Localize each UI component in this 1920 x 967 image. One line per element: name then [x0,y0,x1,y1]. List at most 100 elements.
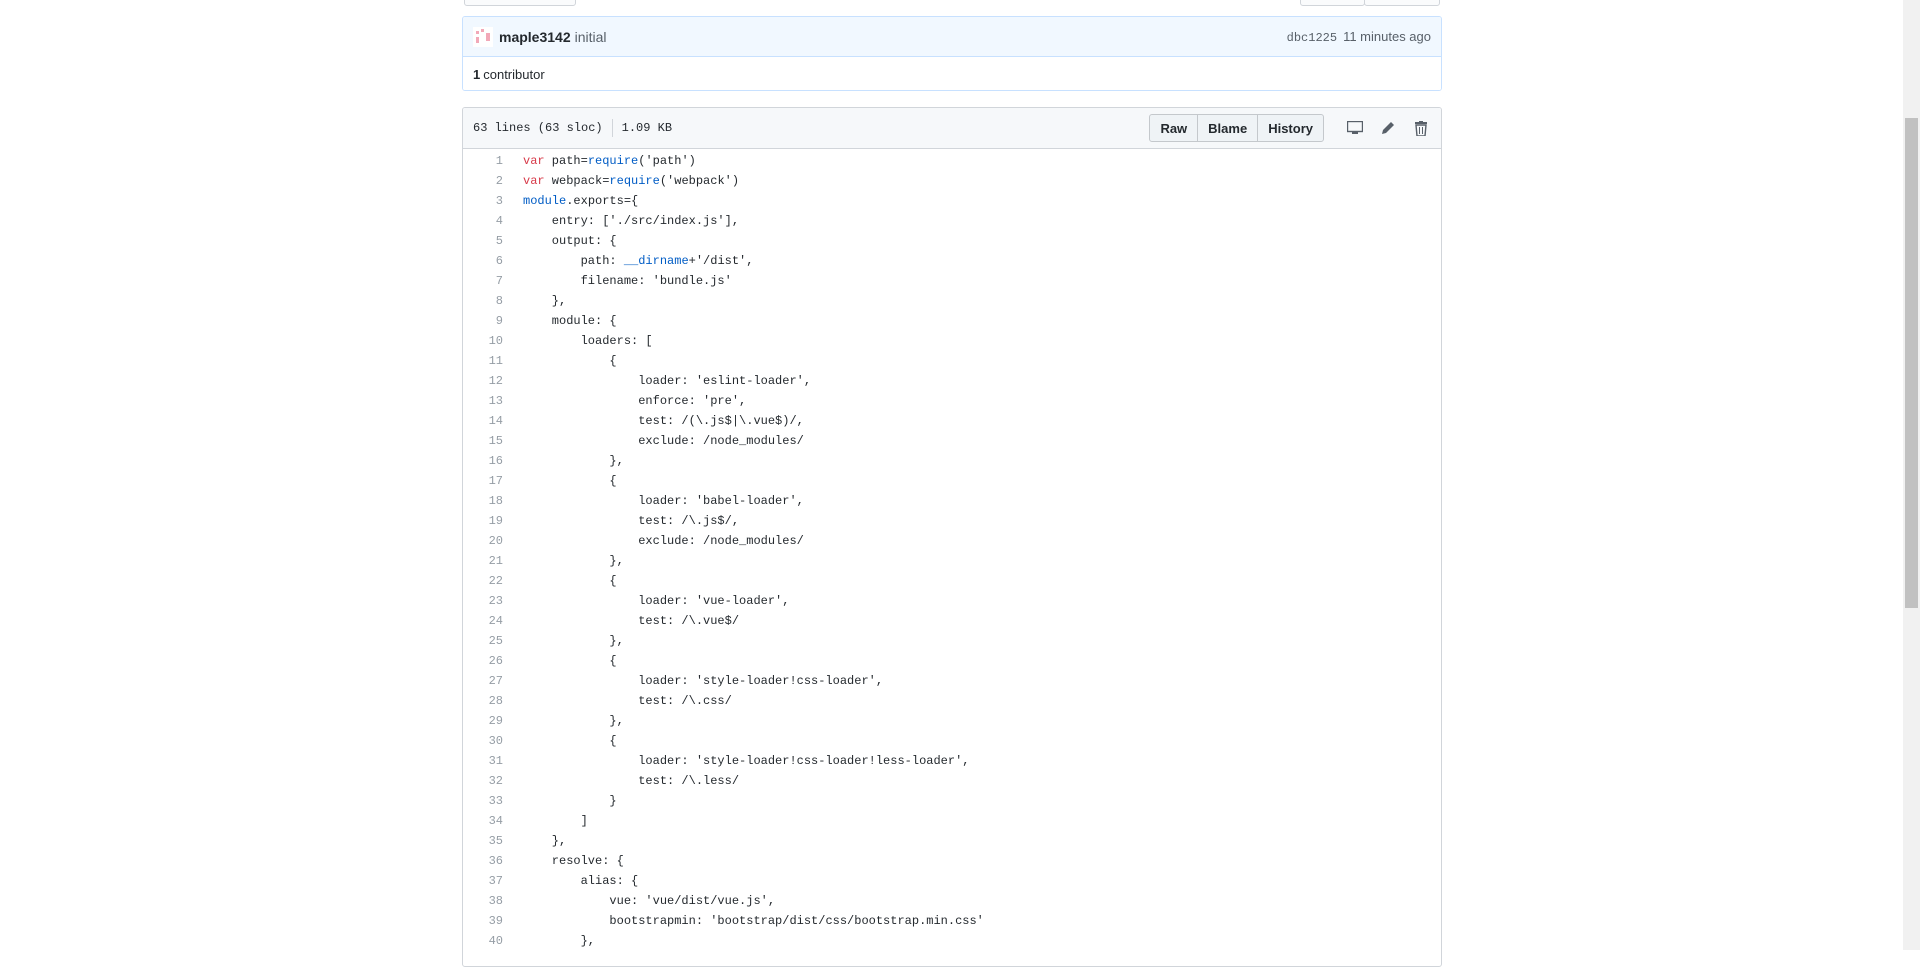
line-number[interactable]: 7 [463,271,523,291]
commit-time: 11 minutes ago [1343,28,1431,44]
code-line: 26 { [463,651,1441,671]
line-content: { [523,734,617,748]
line-number[interactable]: 16 [463,451,523,471]
code-body: 1 var path=require('path') 2 var webpack=re… [463,149,1441,951]
commit-tease: maple3142 initial dbc1225 11 minutes ago … [462,16,1442,91]
line-content: output: { [523,234,617,248]
line-number[interactable]: 13 [463,391,523,411]
code-line: 37 alias: { [463,871,1441,891]
line-number[interactable]: 18 [463,491,523,511]
line-content: }, [523,934,596,948]
code-line: 33 } [463,791,1441,811]
line-number[interactable]: 4 [463,211,523,231]
raw-button[interactable]: Raw [1149,114,1199,142]
code-line: 29 }, [463,711,1441,731]
code-line: 10 loaders: [ [463,331,1441,351]
line-number[interactable]: 40 [463,931,523,951]
line-number[interactable]: 5 [463,231,523,251]
contributors[interactable]: 1 contributor [463,57,1441,90]
line-number[interactable]: 29 [463,711,523,731]
line-content: bootstrapmin: 'bootstrap/dist/css/bootst… [523,914,984,928]
code-line: 19 test: /\.js$/, [463,511,1441,531]
line-number[interactable]: 28 [463,691,523,711]
line-number[interactable]: 17 [463,471,523,491]
line-content: }, [523,454,624,468]
line-content: loader: 'babel-loader', [523,494,804,508]
line-number[interactable]: 30 [463,731,523,751]
line-number[interactable]: 22 [463,571,523,591]
line-number[interactable]: 15 [463,431,523,451]
commit-sha[interactable]: dbc1225 [1287,31,1337,45]
desktop-icon[interactable] [1345,118,1365,138]
line-number[interactable]: 21 [463,551,523,571]
line-number[interactable]: 31 [463,751,523,771]
line-number[interactable]: 26 [463,651,523,671]
line-number[interactable]: 25 [463,631,523,651]
avatar[interactable] [473,26,493,47]
code-line: 16 }, [463,451,1441,471]
line-content: loader: 'eslint-loader', [523,374,812,388]
pencil-icon[interactable] [1378,118,1398,138]
line-content: }, [523,634,624,648]
line-number[interactable]: 2 [463,171,523,191]
commit-header: maple3142 initial dbc1225 11 minutes ago [463,17,1441,57]
top-button-left[interactable] [464,0,576,6]
code-line: 6 path: __dirname+'/dist', [463,251,1441,271]
line-content: test: /\.js$/, [523,514,740,528]
trash-icon[interactable] [1411,118,1431,138]
line-content: resolve: { [523,854,624,868]
page-scrollbar[interactable] [1903,0,1920,950]
blame-button[interactable]: Blame [1197,114,1259,142]
line-number[interactable]: 23 [463,591,523,611]
top-button-right-2[interactable] [1364,0,1440,6]
code-line: 35 }, [463,831,1441,851]
code-line: 12 loader: 'eslint-loader', [463,371,1441,391]
line-number[interactable]: 37 [463,871,523,891]
history-button[interactable]: History [1257,114,1324,142]
line-number[interactable]: 33 [463,791,523,811]
line-number[interactable]: 39 [463,911,523,931]
line-number[interactable]: 38 [463,891,523,911]
line-content: loaders: [ [523,334,653,348]
line-number[interactable]: 11 [463,351,523,371]
line-number[interactable]: 8 [463,291,523,311]
line-number[interactable]: 27 [463,671,523,691]
line-content: test: /\.css/ [523,694,732,708]
file-header: 63 lines (63 sloc) 1.09 KB Raw Blame Hist… [463,108,1441,149]
line-content: { [523,354,617,368]
line-content: } [523,794,617,808]
line-number[interactable]: 6 [463,251,523,271]
line-number[interactable]: 36 [463,851,523,871]
commit-message[interactable]: initial [575,29,607,45]
line-content: alias: { [523,874,639,888]
code-line: 14 test: /(\.js$|\.vue$)/, [463,411,1441,431]
line-number[interactable]: 34 [463,811,523,831]
line-content: loader: 'style-loader!css-loader!less-lo… [523,754,970,768]
file-size: 1.09 KB [621,121,673,136]
line-number[interactable]: 14 [463,411,523,431]
contributors-label: contributor [483,66,545,82]
code-line: 31 loader: 'style-loader!css-loader!less… [463,751,1441,771]
line-number[interactable]: 20 [463,531,523,551]
line-number[interactable]: 9 [463,311,523,331]
line-number[interactable]: 3 [463,191,523,211]
line-content: test: /(\.js$|\.vue$)/, [523,414,804,428]
line-number[interactable]: 24 [463,611,523,631]
line-number[interactable]: 12 [463,371,523,391]
line-content: ] [523,814,588,828]
line-number[interactable]: 10 [463,331,523,351]
line-number[interactable]: 35 [463,831,523,851]
top-button-right-1[interactable] [1300,0,1365,6]
divider [611,119,613,137]
line-number[interactable]: 1 [463,151,523,171]
line-number[interactable]: 19 [463,511,523,531]
commit-author[interactable]: maple3142 [499,29,571,45]
code-line: 20 exclude: /node_modules/ [463,531,1441,551]
code-line: 25 }, [463,631,1441,651]
code-line: 3 module.exports={ [463,191,1441,211]
code-line: 28 test: /\.css/ [463,691,1441,711]
code-line: 30 { [463,731,1441,751]
line-number[interactable]: 32 [463,771,523,791]
code-line: 5 output: { [463,231,1441,251]
scrollbar-thumb[interactable] [1905,118,1918,608]
